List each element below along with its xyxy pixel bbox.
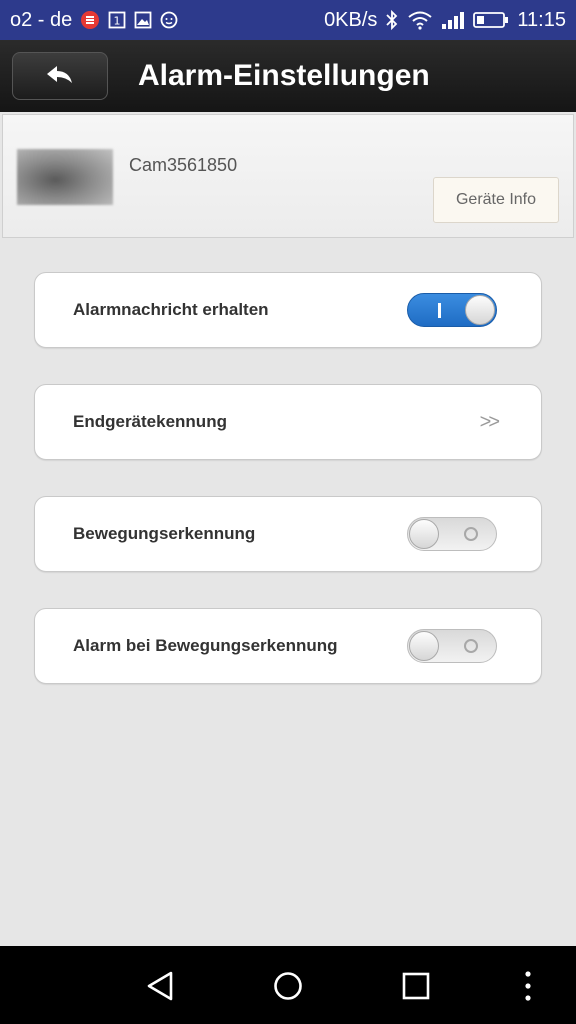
nav-home-button[interactable]	[266, 964, 310, 1008]
nav-back-button[interactable]	[138, 964, 182, 1008]
page-title: Alarm-Einstellungen	[138, 59, 430, 92]
home-circle-icon	[272, 970, 304, 1002]
camera-thumbnail	[17, 149, 113, 205]
status-bar: o2 - de 1 0KB/s 11:15	[0, 0, 576, 40]
alarm-on-motion-toggle[interactable]	[407, 629, 497, 663]
app-header: Alarm-Einstellungen	[0, 40, 576, 112]
setting-row-motion-detection: Bewegungserkennung	[34, 496, 542, 572]
device-panel: Cam3561850 Geräte Info	[2, 114, 574, 238]
recents-square-icon	[401, 971, 431, 1001]
toggle-off-mark	[464, 639, 478, 653]
setting-row-device-id[interactable]: Endgerätekennung >>	[34, 384, 542, 460]
nav-recents-button[interactable]	[394, 964, 438, 1008]
double-chevron-right-icon[interactable]: >>	[480, 411, 500, 434]
toggle-knob	[409, 631, 439, 661]
toggle-knob	[465, 295, 495, 325]
navigation-bar	[0, 946, 576, 1024]
toggle-on-mark	[438, 303, 441, 318]
sim-icon: 1	[108, 11, 126, 29]
svg-text:1: 1	[114, 15, 121, 28]
setting-label: Bewegungserkennung	[73, 524, 256, 543]
android-icon	[160, 11, 178, 29]
setting-row-alarm-notification: Alarmnachricht erhalten	[34, 272, 542, 348]
wifi-icon	[407, 10, 433, 30]
network-speed: 0KB/s	[324, 8, 378, 31]
setting-label: Alarmnachricht erhalten	[73, 300, 269, 319]
carrier-app-icon	[80, 10, 100, 30]
back-button[interactable]	[12, 52, 108, 100]
back-arrow-icon	[45, 65, 75, 87]
menu-dots-icon	[523, 970, 533, 1002]
alarm-notification-toggle[interactable]	[407, 293, 497, 327]
image-icon	[134, 11, 152, 29]
toggle-knob	[409, 519, 439, 549]
setting-label: Alarm bei Bewegungserkennung	[73, 636, 338, 655]
device-info-button[interactable]: Geräte Info	[433, 177, 559, 223]
battery-icon	[473, 11, 509, 29]
toggle-off-mark	[464, 527, 478, 541]
motion-detection-toggle[interactable]	[407, 517, 497, 551]
setting-label: Endgerätekennung	[73, 412, 227, 431]
signal-icon	[441, 10, 465, 30]
status-bar-left: o2 - de 1	[10, 9, 178, 32]
device-name: Cam3561850	[129, 155, 238, 175]
bluetooth-icon	[385, 9, 399, 31]
carrier-name: o2 - de	[10, 8, 73, 31]
clock: 11:15	[517, 8, 566, 31]
status-bar-right: 0KB/s 11:15	[324, 9, 566, 32]
setting-row-alarm-on-motion: Alarm bei Bewegungserkennung	[34, 608, 542, 684]
back-triangle-icon	[145, 970, 175, 1002]
nav-menu-button[interactable]	[506, 964, 550, 1008]
